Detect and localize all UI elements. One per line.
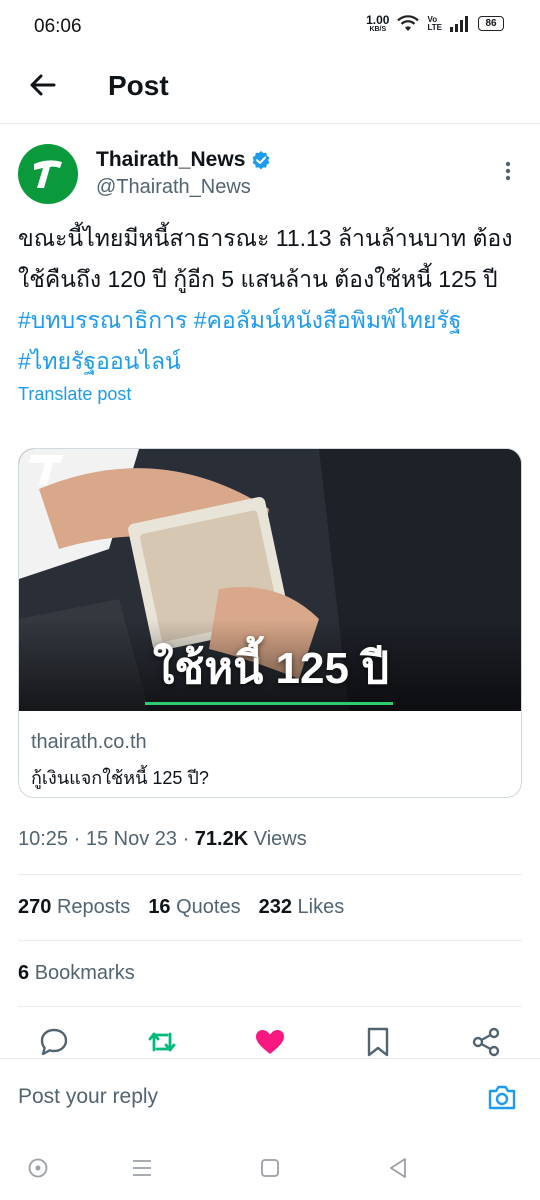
post-text: ขณะนี้ไทยมีหนี้สาธารณะ 11.13 ล้านล้านบาท… (18, 218, 522, 382)
post-date: 15 Nov 23 (85, 828, 178, 850)
author-name[interactable]: Thairath_News (96, 148, 245, 172)
reply-icon[interactable] (38, 1026, 70, 1058)
hashtag-link[interactable]: #ไทยรัฐออนไลน์ (18, 348, 181, 374)
likes-label: Likes (297, 896, 345, 918)
views-label: Views (253, 828, 307, 850)
network-speed-unit: KB/S (369, 26, 387, 33)
bookmark-icon[interactable] (362, 1026, 394, 1058)
bookmarks-stat[interactable]: 6 Bookmarks (18, 962, 135, 985)
thairath-logo-icon (34, 160, 62, 188)
arrow-left-icon[interactable] (26, 68, 60, 102)
assistant-icon[interactable] (26, 1156, 50, 1180)
card-title: กู้เงินแจกใช้หนี้ 125 ปี? (31, 768, 209, 788)
quotes-count: 16 (148, 896, 171, 918)
card-image[interactable]: ใช้หนี้ 125 ปี (19, 449, 521, 711)
likes-stat[interactable]: 232 Likes (259, 896, 345, 919)
volte-indicator: Vo LTE (427, 15, 442, 32)
reposts-label: Reposts (56, 896, 131, 918)
volte-bottom: LTE (427, 22, 442, 32)
more-options-icon[interactable] (498, 156, 518, 186)
heart-icon[interactable] (254, 1026, 286, 1058)
hashtag-link[interactable]: #คอลัมน์หนังสือพิมพ์ไทยรัฐ (194, 307, 462, 333)
reply-bar: Post your reply (0, 1058, 540, 1128)
back-nav-icon[interactable] (386, 1156, 410, 1180)
camera-icon[interactable] (486, 1081, 518, 1113)
link-preview-card[interactable]: ใช้หนี้ 125 ปี thairath.co.th กู้เงินแจก… (18, 448, 522, 798)
card-headline: ใช้หนี้ 125 ปี (152, 644, 390, 693)
status-indicators: 1.00 KB/S Vo LTE 86 (366, 14, 504, 33)
signal-icon (450, 15, 468, 32)
top-app-bar: Post (0, 54, 540, 124)
recent-apps-icon[interactable] (130, 1156, 154, 1180)
quotes-label: Quotes (176, 896, 241, 918)
hashtag-link[interactable]: #บทบรรณาธิการ (18, 307, 187, 333)
card-domain: thairath.co.th (31, 731, 147, 753)
divider (18, 874, 522, 875)
reposts-count: 270 (18, 896, 52, 918)
bookmarks-label: Bookmarks (34, 962, 135, 984)
home-icon[interactable] (258, 1156, 282, 1180)
translate-post-link[interactable]: Translate post (18, 384, 131, 405)
battery-indicator: 86 (478, 16, 504, 31)
post-author: Thairath_News @Thairath_News (18, 144, 522, 206)
likes-count: 232 (258, 896, 292, 918)
post-meta: 10:25 · 15 Nov 23 · 71.2K Views (18, 828, 307, 850)
quotes-stat[interactable]: 16 Quotes (148, 896, 240, 919)
divider (18, 940, 522, 941)
action-bar (0, 1026, 540, 1060)
share-icon[interactable] (470, 1026, 502, 1058)
bookmarks-count: 6 (18, 962, 30, 984)
headline-underline (145, 702, 393, 705)
divider (18, 1006, 522, 1007)
post-time: 10:25 (18, 828, 69, 850)
repost-icon[interactable] (146, 1026, 178, 1058)
verified-badge-icon (252, 151, 270, 170)
page-title: Post (108, 70, 169, 101)
author-handle[interactable]: @Thairath_News (96, 176, 251, 199)
author-name-row[interactable]: Thairath_News (96, 148, 271, 172)
reply-input[interactable]: Post your reply (18, 1085, 158, 1109)
network-speed-value: 1.00 (366, 13, 390, 27)
post-body: ขณะนี้ไทยมีหนี้สาธารณะ 11.13 ล้านล้านบาท… (18, 225, 513, 292)
status-time: 06:06 (34, 16, 82, 37)
reposts-stat[interactable]: 270 Reposts (18, 896, 130, 919)
system-navigation-bar (0, 1140, 540, 1200)
avatar[interactable] (18, 144, 78, 204)
status-bar: 06:06 1.00 KB/S Vo LTE 86 (0, 0, 540, 54)
views-count: 71.2K (194, 828, 249, 850)
wifi-icon (397, 14, 420, 31)
network-speed: 1.00 KB/S (366, 14, 389, 33)
engagement-stats: 270 Reposts 16 Quotes 232 Likes (18, 896, 344, 919)
